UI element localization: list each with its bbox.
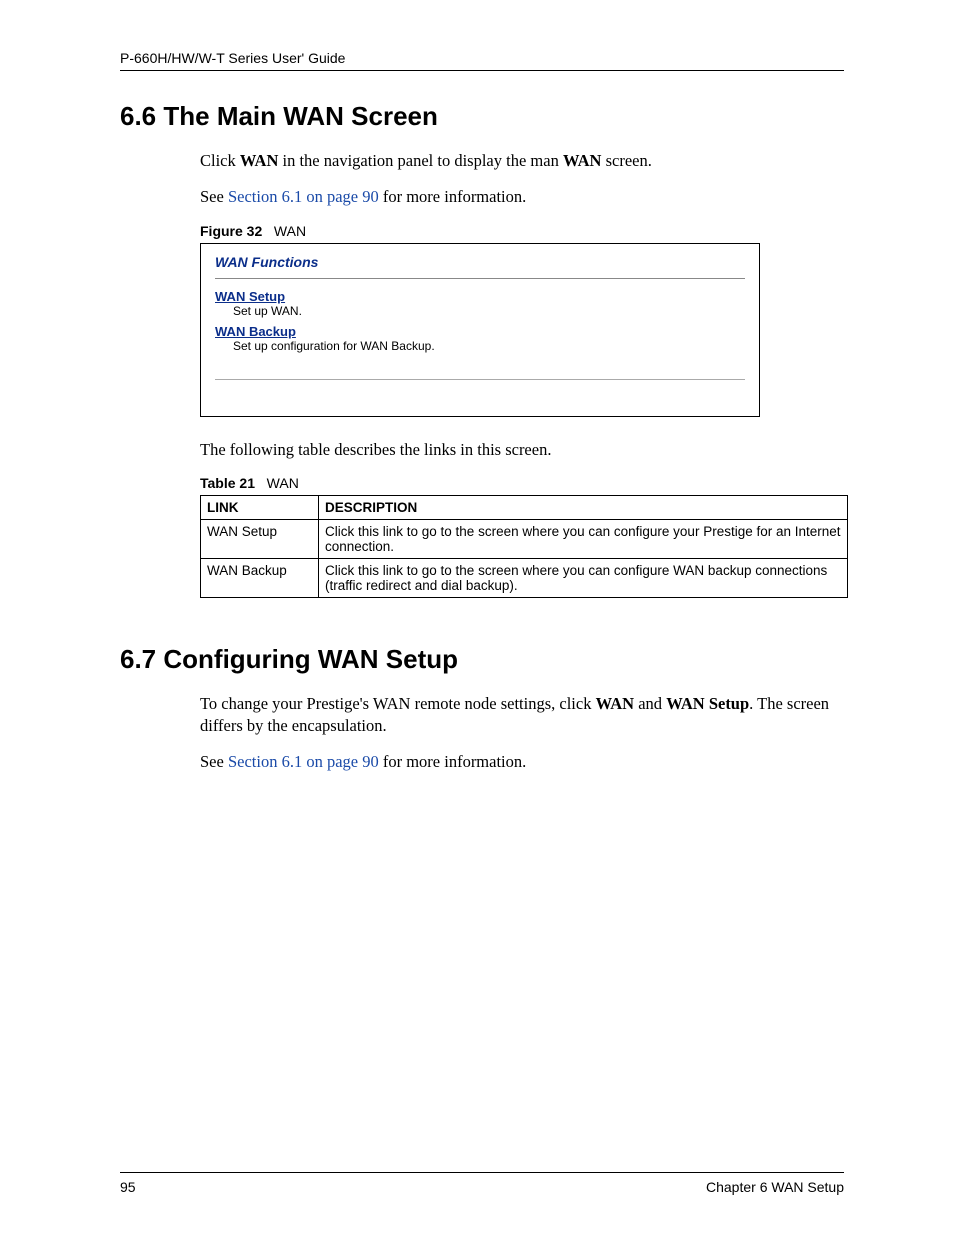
section-6-7-p2: See Section 6.1 on page 90 for more info… <box>200 751 844 773</box>
text: for more information. <box>379 187 527 206</box>
table-row: WAN Setup Click this link to go to the s… <box>201 519 848 558</box>
wan-setup-desc: Set up WAN. <box>233 304 745 318</box>
section-6-6-p2: See Section 6.1 on page 90 for more info… <box>200 186 844 208</box>
cell-desc: Click this link to go to the screen wher… <box>319 519 848 558</box>
figure-32-caption: Figure 32 WAN <box>200 223 844 239</box>
table-21: LINK DESCRIPTION WAN Setup Click this li… <box>200 495 848 598</box>
wan-functions-heading: WAN Functions <box>215 254 745 279</box>
text: See <box>200 187 228 206</box>
page-footer: 95 Chapter 6 WAN Setup <box>120 1172 844 1195</box>
table-row: WAN Backup Click this link to go to the … <box>201 558 848 597</box>
table-label: Table 21 <box>200 475 255 491</box>
bold-wan: WAN <box>240 151 279 170</box>
cell-link: WAN Backup <box>201 558 319 597</box>
bold-wan-setup: WAN Setup <box>666 694 749 713</box>
table-intro-text: The following table describes the links … <box>200 439 844 461</box>
table-header-row: LINK DESCRIPTION <box>201 495 848 519</box>
text: for more information. <box>379 752 527 771</box>
th-link: LINK <box>201 495 319 519</box>
th-description: DESCRIPTION <box>319 495 848 519</box>
cell-link: WAN Setup <box>201 519 319 558</box>
wan-backup-desc: Set up configuration for WAN Backup. <box>233 339 745 353</box>
text: screen. <box>601 151 651 170</box>
chapter-label: Chapter 6 WAN Setup <box>706 1179 844 1195</box>
section-6-7-title: 6.7 Configuring WAN Setup <box>120 644 844 675</box>
cross-ref-link[interactable]: Section 6.1 on page 90 <box>228 752 379 771</box>
bold-wan: WAN <box>563 151 602 170</box>
section-6-6-p1: Click WAN in the navigation panel to dis… <box>200 150 844 172</box>
text: and <box>634 694 666 713</box>
text: See <box>200 752 228 771</box>
cross-ref-link[interactable]: Section 6.1 on page 90 <box>228 187 379 206</box>
text: in the navigation panel to display the m… <box>278 151 563 170</box>
wan-backup-link[interactable]: WAN Backup <box>215 324 745 339</box>
text: To change your Prestige's WAN remote nod… <box>200 694 596 713</box>
figure-label: Figure 32 <box>200 223 262 239</box>
cell-desc: Click this link to go to the screen wher… <box>319 558 848 597</box>
wan-setup-link[interactable]: WAN Setup <box>215 289 745 304</box>
figure-32-box: WAN Functions WAN Setup Set up WAN. WAN … <box>200 243 760 417</box>
running-header: P-660H/HW/W-T Series User' Guide <box>120 50 844 71</box>
figure-name: WAN <box>274 223 306 239</box>
table-21-caption: Table 21 WAN <box>200 475 844 491</box>
section-6-6-title: 6.6 The Main WAN Screen <box>120 101 844 132</box>
text: Click <box>200 151 240 170</box>
page-number: 95 <box>120 1179 136 1195</box>
divider <box>215 379 745 380</box>
bold-wan: WAN <box>596 694 635 713</box>
table-name: WAN <box>267 475 299 491</box>
section-6-7-p1: To change your Prestige's WAN remote nod… <box>200 693 844 738</box>
